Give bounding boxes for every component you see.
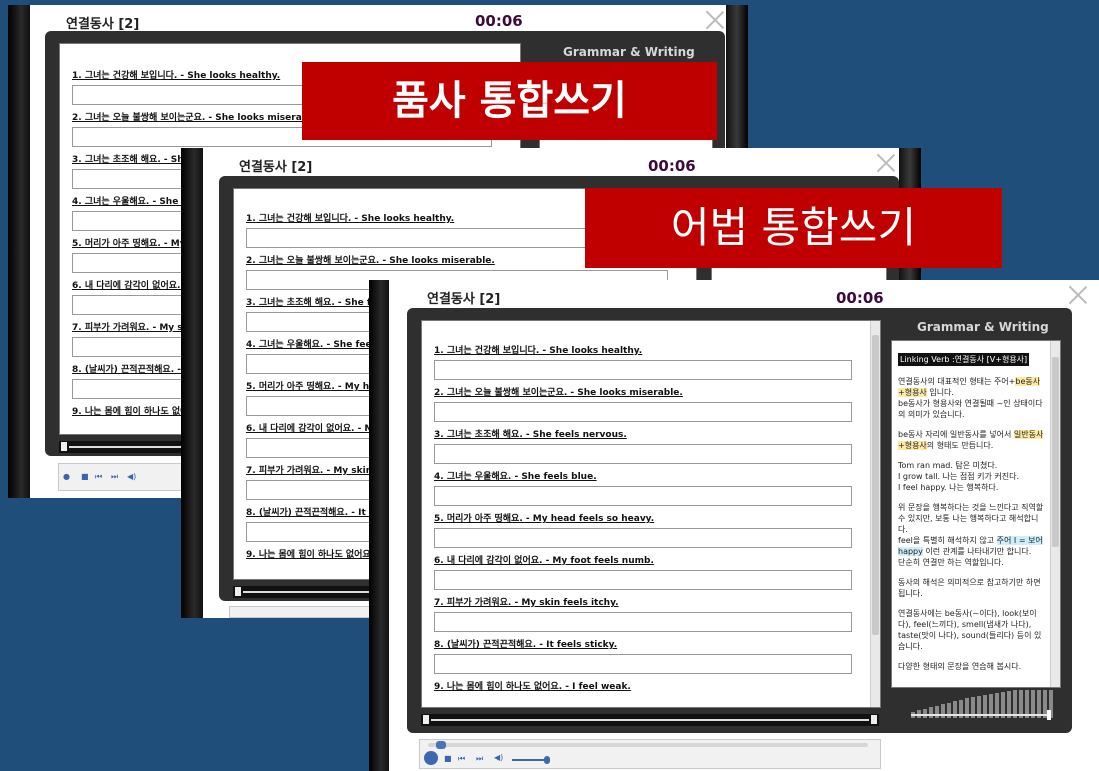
prev-icon[interactable]: ⏮: [458, 754, 465, 764]
question-text: 4. 그녀는 우울해요. - She feels blue.: [434, 472, 597, 482]
grammar-paragraph: 연결동사의 대표적인 형태는 주어+be동사+형용사 입니다. be동사가 형용사…: [898, 377, 1043, 419]
timeline-scrollbar[interactable]: [421, 714, 879, 726]
banner-grammar-integrated-writing: 어법 통합쓰기: [585, 188, 1002, 268]
next-icon[interactable]: ⏭: [476, 754, 483, 764]
exercise-scrollbar[interactable]: [870, 321, 880, 707]
question-item: 5. 머리가 아주 띵해요. - My head feels so heavy.: [434, 511, 852, 548]
question-text: 7. 피부가 가려워요. - My skin feels itchy.: [434, 598, 619, 608]
answer-input[interactable]: [434, 360, 852, 380]
media-player: [229, 606, 391, 618]
banner-pos-integrated-writing: 품사 통합쓰기: [302, 62, 717, 140]
volume-slider[interactable]: [512, 756, 550, 764]
exercise-sheet: 1. 그녀는 건강해 보입니다. - She looks healthy. 2.…: [421, 320, 881, 708]
question-item: 7. 피부가 가려워요. - My skin feels itchy.: [434, 595, 852, 632]
grammar-header: Linking Verb :연결동사 [V+형용사]: [898, 353, 1030, 366]
question-text: 2. 그녀는 오늘 불쌍해 보이는군요. - She looks miserab…: [434, 388, 683, 398]
answer-input[interactable]: [434, 528, 852, 548]
media-player: ■ ⏮ ⏭ ◀): [419, 739, 881, 769]
seek-bar[interactable]: [428, 741, 868, 749]
volume-meter[interactable]: [909, 688, 1059, 722]
question-item: 9. 나는 몸에 힘이 하나도 없어요. - I feel weak.: [434, 679, 852, 692]
close-icon[interactable]: [877, 154, 895, 172]
grammar-paragraph: 위 문장을 행복하다는 것을 느낀다고 직역할 수 있지만, 보통 나는 행복하…: [898, 503, 1044, 567]
question-item: 3. 그녀는 초조해 해요. - She feels nervous.: [434, 427, 852, 464]
grammar-panel: Linking Verb :연결동사 [V+형용사] 연결동사의 대표적인 형태…: [891, 340, 1061, 688]
timer: 00:06: [648, 157, 696, 175]
answer-input[interactable]: [434, 444, 852, 464]
grammar-paragraph: 동사의 해석은 의미적으로 참고하기만 하면 됩니다.: [898, 578, 1041, 598]
question-text: 9. 나는 몸에 힘이 하나도 없어요. - I feel weak.: [434, 682, 631, 692]
volume-icon[interactable]: ◀): [494, 753, 503, 762]
answer-input[interactable]: [434, 486, 852, 506]
window-title: 연결동사 [2]: [66, 17, 140, 32]
answer-input[interactable]: [434, 570, 852, 590]
question-text: 8. (날씨가) 끈적끈적해요. - It feels sticky.: [434, 640, 618, 650]
volume-icon[interactable]: ◀): [127, 472, 136, 481]
window-left-frame: [369, 280, 389, 771]
grammar-paragraph: 연결동사에는 be동사(~이다), look(보이다), feel(느끼다), …: [898, 609, 1042, 651]
close-icon[interactable]: [706, 11, 724, 29]
window-title: 연결동사 [2]: [427, 292, 501, 307]
answer-input[interactable]: [434, 402, 852, 422]
prev-icon[interactable]: ⏮: [95, 472, 102, 482]
grammar-scrollbar[interactable]: [1050, 341, 1060, 687]
window-left-frame: [8, 5, 30, 498]
close-icon[interactable]: [1069, 286, 1087, 304]
timer: 00:06: [836, 289, 884, 307]
window-title: 연결동사 [2]: [239, 160, 313, 175]
grammar-examples: Tom ran mad. 탐은 미쳤다. I grow tall. 나는 점점 키…: [898, 461, 1020, 492]
exercise-panel: 1. 그녀는 건강해 보입니다. - She looks healthy. 2.…: [407, 308, 1072, 733]
question-item: 8. (날씨가) 끈적끈적해요. - It feels sticky.: [434, 637, 852, 674]
stop-icon[interactable]: ■: [81, 472, 89, 481]
play-icon[interactable]: ●: [63, 472, 70, 481]
question-text: 5. 머리가 아주 띵해요. - My head feels so heavy.: [434, 514, 655, 524]
answer-input[interactable]: [434, 654, 852, 674]
app-window-3: 연결동사 [2] 00:06 1. 그녀는 건강해 보입니다. - She lo…: [369, 280, 1099, 771]
play-icon[interactable]: [424, 751, 438, 765]
question-item: 1. 그녀는 건강해 보입니다. - She looks healthy.: [434, 343, 852, 380]
question-text: 6. 내 다리에 감각이 없어요. - My foot feels numb.: [434, 556, 654, 566]
question-text: 3. 그녀는 초조해 해요. - She feels nervous.: [434, 430, 627, 440]
grammar-paragraph: be동사 자리에 일반동사를 넣어서 일반동사+형용사의 형태도 만듭니다.: [898, 430, 1044, 450]
grammar-paragraph: 다양한 형태의 문장을 연습해 봅시다.: [898, 662, 1022, 671]
answer-input[interactable]: [434, 612, 852, 632]
next-icon[interactable]: ⏭: [111, 472, 118, 482]
grammar-panel-title: Grammar & Writing: [563, 45, 695, 59]
window-left-frame: [181, 148, 203, 618]
question-item: 4. 그녀는 우울해요. - She feels blue.: [434, 469, 852, 506]
timer: 00:06: [475, 12, 523, 30]
question-text: 1. 그녀는 건강해 보입니다. - She looks healthy.: [434, 346, 643, 356]
stop-icon[interactable]: ■: [444, 754, 452, 763]
grammar-panel-title: Grammar & Writing: [917, 320, 1049, 334]
question-item: 2. 그녀는 오늘 불쌍해 보이는군요. - She looks miserab…: [434, 385, 852, 422]
question-item: 6. 내 다리에 감각이 없어요. - My foot feels numb.: [434, 553, 852, 590]
